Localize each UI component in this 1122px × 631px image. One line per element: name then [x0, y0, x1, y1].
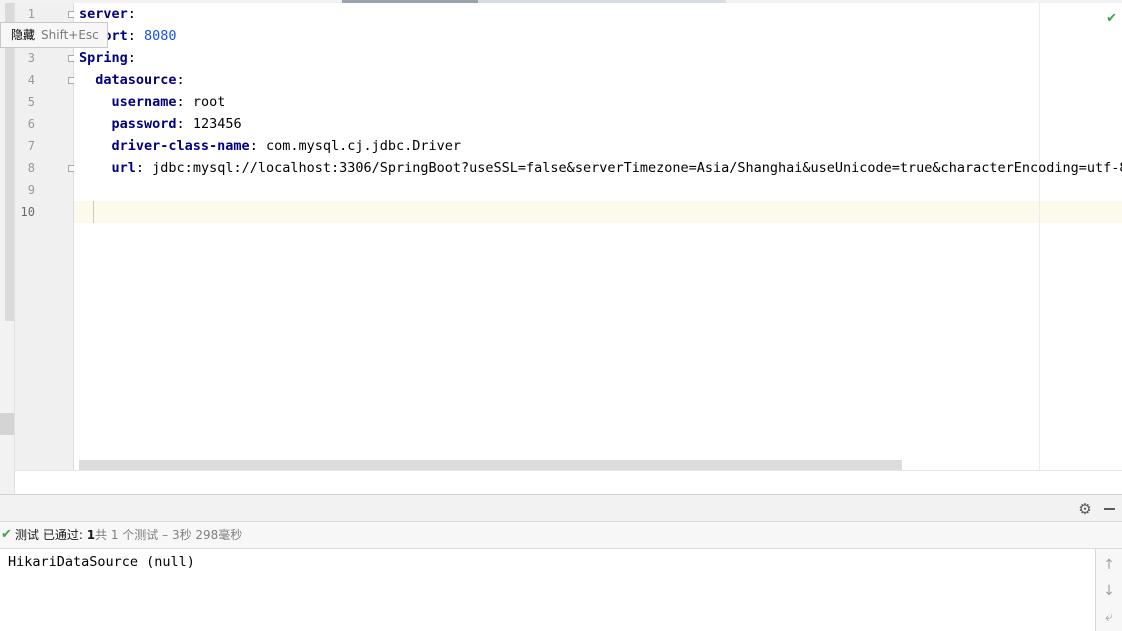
yaml-colon: :: [176, 72, 185, 88]
line-number: 7: [27, 139, 35, 153]
line-number: 6: [27, 117, 35, 131]
arrow-down-icon[interactable]: ↓: [1096, 582, 1122, 600]
yaml-colon: :: [127, 50, 136, 66]
run-panel-header: ⚙: [0, 494, 1122, 522]
yaml-key: url: [79, 160, 136, 176]
code-line: password: 123456: [79, 113, 242, 135]
yaml-key: Spring: [79, 50, 128, 66]
yaml-colon: :: [176, 116, 185, 132]
yaml-key: datasource: [79, 72, 177, 88]
yaml-colon: :: [176, 94, 185, 110]
check-icon[interactable]: ✔: [1106, 11, 1117, 26]
arrow-up-icon[interactable]: ↑: [1096, 556, 1122, 574]
right-margin-guide: [1039, 3, 1040, 470]
left-scrollbar-thumb[interactable]: [5, 3, 14, 321]
hide-tooltip: 隐藏 Shift+Esc: [0, 22, 108, 48]
test-status-text: 测试 已通过: 1共 1 个测试 – 3秒 298毫秒: [15, 522, 242, 548]
tooltip-shortcut: Shift+Esc: [41, 28, 99, 42]
console-output-panel[interactable]: HikariDataSource (null): [0, 549, 1096, 631]
soft-wrap-icon[interactable]: ⤶: [1096, 608, 1122, 626]
test-passed-count: 1: [86, 528, 96, 542]
editor-bottom-area: [15, 470, 1122, 494]
yaml-key: server: [79, 6, 128, 22]
left-tool-strip: [0, 3, 15, 494]
test-status-detail: 共 1 个测试 – 3秒 298毫秒: [95, 528, 243, 542]
yaml-value: jdbc:mysql://localhost:3306/SpringBoot?u…: [152, 160, 1122, 176]
test-status-bar: ✔ 测试 已通过: 1共 1 个测试 – 3秒 298毫秒: [0, 522, 1122, 549]
text-caret: [93, 201, 94, 223]
yaml-number-value: 8080: [135, 28, 177, 44]
line-number-current: 10: [20, 205, 35, 219]
line-number: 5: [27, 95, 35, 109]
line-number: 3: [27, 51, 35, 65]
line-number: 4: [27, 73, 35, 87]
code-editor[interactable]: server: port: 8080 Spring: datasource: u…: [74, 3, 1122, 470]
yaml-value: 123456: [184, 116, 242, 132]
code-line: datasource:: [79, 69, 185, 91]
tooltip-label: 隐藏: [11, 28, 36, 42]
current-line-highlight: [74, 201, 1122, 223]
code-line: url: jdbc:mysql://localhost:3306/SpringB…: [79, 157, 1122, 179]
console-output-line: HikariDataSource (null): [8, 554, 195, 570]
line-number: 9: [27, 183, 35, 197]
line-number: 8: [27, 161, 35, 175]
yaml-colon: :: [135, 160, 145, 176]
yaml-colon: :: [127, 28, 136, 44]
left-strip-marker: [0, 413, 14, 435]
gear-icon[interactable]: ⚙: [1077, 501, 1093, 517]
yaml-key: username: [79, 94, 177, 110]
yaml-colon: :: [127, 6, 136, 22]
minimize-icon[interactable]: [1104, 508, 1115, 510]
code-line: username: root: [79, 91, 226, 113]
code-line: Spring:: [79, 47, 136, 69]
line-number-gutter: 1 2 3 4 5 6 7 8 9 10: [15, 3, 75, 470]
yaml-key: password: [79, 116, 177, 132]
console-toolbar: ↑ ↓ ⤶: [1096, 549, 1122, 631]
yaml-colon: :: [249, 138, 258, 154]
test-status-label: 测试 已通过:: [15, 528, 87, 542]
test-passed-check-icon: ✔: [1, 527, 12, 542]
yaml-value: com.mysql.cj.jdbc.Driver: [257, 138, 462, 154]
code-line: driver-class-name: com.mysql.cj.jdbc.Dri…: [79, 135, 462, 157]
horizontal-scrollbar-thumb[interactable]: [79, 460, 902, 470]
yaml-value: root: [184, 94, 226, 110]
yaml-key: driver-class-name: [79, 138, 250, 154]
